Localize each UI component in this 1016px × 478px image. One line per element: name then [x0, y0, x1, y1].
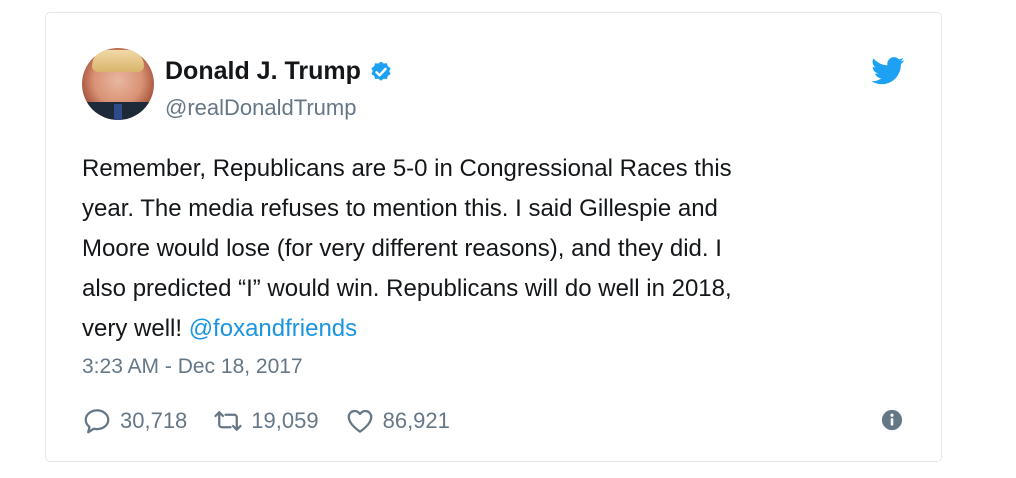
verified-badge-icon [371, 61, 391, 81]
author-handle[interactable]: @realDonaldTrump [165, 95, 356, 121]
like-count: 86,921 [382, 408, 450, 433]
retweet-icon [214, 411, 242, 431]
retweet-count: 19,059 [251, 408, 319, 433]
retweet-button[interactable]: 19,059 [213, 406, 319, 436]
tweet-timestamp[interactable]: 3:23 AM - Dec 18, 2017 [82, 355, 303, 379]
tweet-text: Remember, Republicans are 5-0 in Congres… [82, 149, 902, 349]
like-button[interactable]: 86,921 [345, 406, 450, 436]
author-name-row: Donald J. Trump [165, 57, 393, 86]
info-icon[interactable] [881, 409, 903, 431]
tweet-card[interactable]: Donald J. Trump @realDonaldTrump Remembe… [45, 12, 942, 462]
tweet-body: Remember, Republicans are 5-0 in Congres… [82, 155, 732, 342]
heart-icon [347, 409, 372, 433]
twitter-bird-icon[interactable] [871, 57, 905, 85]
mention-link[interactable]: @foxandfriends [189, 315, 357, 342]
reply-icon [84, 409, 110, 434]
author-name[interactable]: Donald J. Trump [165, 57, 361, 86]
reply-count: 30,718 [120, 408, 188, 433]
tweet-actions: 30,718 19,059 86,921 [82, 403, 476, 439]
author-avatar[interactable] [82, 48, 154, 120]
reply-button[interactable]: 30,718 [82, 406, 187, 436]
